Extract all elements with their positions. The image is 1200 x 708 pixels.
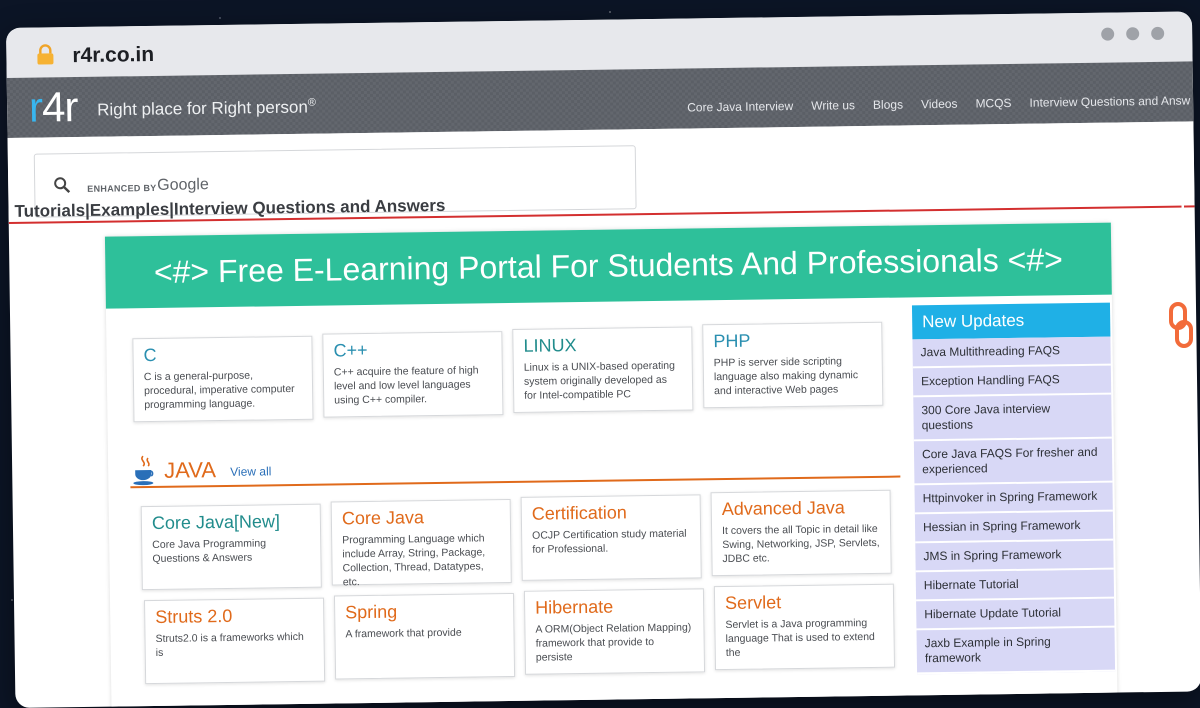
card-desc: C++ acquire the feature of high level an…	[333, 364, 479, 407]
card-c[interactable]: C C is a general-purpose, procedural, im…	[132, 335, 314, 423]
sidebar-item[interactable]: Hibernate Tutorial	[915, 569, 1115, 602]
card-php[interactable]: PHP PHP is server side scripting languag…	[702, 321, 884, 409]
card-title: C	[143, 344, 157, 366]
enhanced-by-label: ENHANCED BY	[87, 182, 157, 194]
nav-core-java-interview[interactable]: Core Java Interview	[687, 99, 793, 114]
browser-window: r4r.co.in r4r Right place for Right pers…	[6, 11, 1200, 708]
site-tagline: Right place for Right person®	[97, 96, 317, 120]
card-desc: PHP is server side scripting language al…	[713, 355, 859, 398]
window-dot-2[interactable]	[1126, 27, 1140, 41]
card-title: Servlet	[724, 592, 782, 614]
card-desc: OCJP Certification study material for Pr…	[532, 527, 687, 556]
google-label: Google	[157, 176, 209, 194]
card-title: Spring	[345, 601, 398, 623]
card-core-java-new[interactable]: Core Java[New] Core Java Programming Que…	[140, 503, 322, 591]
card-servlet[interactable]: Servlet Servlet is a Java programming la…	[713, 583, 896, 671]
sidebar-item[interactable]: Core Java FAQS For fresher and experienc…	[913, 438, 1113, 486]
new-updates-title: New Updates	[911, 302, 1111, 340]
address-bar-url[interactable]: r4r.co.in	[72, 43, 154, 68]
chain-link-icon	[1169, 302, 1193, 348]
card-title: Core Java[New]	[151, 511, 281, 534]
top-nav: Core Java Interview Write us Blogs Video…	[687, 93, 1190, 114]
sidebar-item[interactable]: Hessian in Spring Framework	[914, 511, 1114, 544]
site-logo[interactable]: r4r	[29, 83, 78, 132]
card-desc: It covers the all Topic in detail like S…	[722, 522, 880, 566]
card-struts[interactable]: Struts 2.0 Struts2.0 is a frameworks whi…	[144, 597, 326, 685]
java-title: JAVA	[164, 457, 217, 483]
card-advanced-java[interactable]: Advanced Java It covers the all Topic in…	[710, 489, 892, 577]
main-content: <#> Free E-Learning Portal For Students …	[104, 222, 1118, 708]
card-title: Certification	[531, 502, 628, 524]
card-desc: Core Java Programming Questions & Answer…	[152, 537, 267, 566]
portal-banner: <#> Free E-Learning Portal For Students …	[104, 222, 1112, 309]
card-title: Core Java	[341, 507, 425, 529]
card-desc: A framework that provide	[345, 626, 462, 641]
window-dot-1[interactable]	[1101, 27, 1115, 41]
sidebar-item[interactable]: Jaxb Example in Spring framework	[916, 627, 1116, 675]
card-title: C++	[333, 339, 368, 361]
card-core-java[interactable]: Core Java Programming Language which inc…	[330, 499, 512, 589]
sidebar-item[interactable]: Exception Handling FAQS	[912, 365, 1112, 398]
nav-videos[interactable]: Videos	[921, 97, 958, 112]
nav-mcqs[interactable]: MCQS	[975, 96, 1011, 111]
card-title: LINUX	[523, 335, 577, 356]
card-title: PHP	[713, 330, 751, 352]
card-title: Hibernate	[535, 596, 614, 618]
card-linux[interactable]: LINUX Linux is a UNIX-based operating sy…	[512, 326, 694, 413]
card-certification[interactable]: Certification OCJP Certification study m…	[520, 494, 702, 581]
card-title: Advanced Java	[721, 497, 846, 520]
java-cup-icon	[133, 455, 154, 486]
card-desc: Struts2.0 is a frameworks which is	[155, 630, 304, 659]
java-view-all-link[interactable]: View all	[230, 464, 271, 479]
card-spring[interactable]: Spring A framework that provide	[333, 592, 516, 680]
nav-blogs[interactable]: Blogs	[873, 97, 903, 111]
sidebar-item[interactable]: Java Multithreading FAQS	[912, 336, 1111, 369]
sidebar-item[interactable]: JMS in Spring Framework	[915, 540, 1114, 573]
card-desc: C is a general-purpose, procedural, impe…	[143, 369, 295, 412]
new-updates-sidebar: New Updates Java Multithreading FAQS Exc…	[911, 302, 1116, 675]
window-dot-3[interactable]	[1151, 26, 1165, 41]
card-hibernate[interactable]: Hibernate A ORM(Object Relation Mapping)…	[523, 588, 706, 675]
card-desc: A ORM(Object Relation Mapping) framework…	[535, 621, 692, 664]
java-section-header: JAVA View all	[130, 438, 901, 489]
sidebar-item[interactable]: Httpinvoker in Spring Framework	[914, 482, 1113, 515]
lock-icon	[37, 44, 54, 65]
window-controls	[1101, 26, 1165, 41]
card-cpp[interactable]: C++ C++ acquire the feature of high leve…	[322, 331, 504, 418]
search-icon	[54, 177, 71, 193]
sidebar-item[interactable]: 300 Core Java interview questions	[913, 394, 1112, 442]
card-title: Struts 2.0	[155, 605, 233, 627]
card-desc: Programming Language which include Array…	[342, 532, 486, 589]
card-desc: Linux is a UNIX-based operating system o…	[523, 359, 676, 402]
nav-write-us[interactable]: Write us	[811, 98, 855, 113]
sidebar-item[interactable]: Hibernate Update Tutorial	[916, 598, 1115, 631]
card-desc: Servlet is a Java programming language T…	[725, 617, 875, 660]
